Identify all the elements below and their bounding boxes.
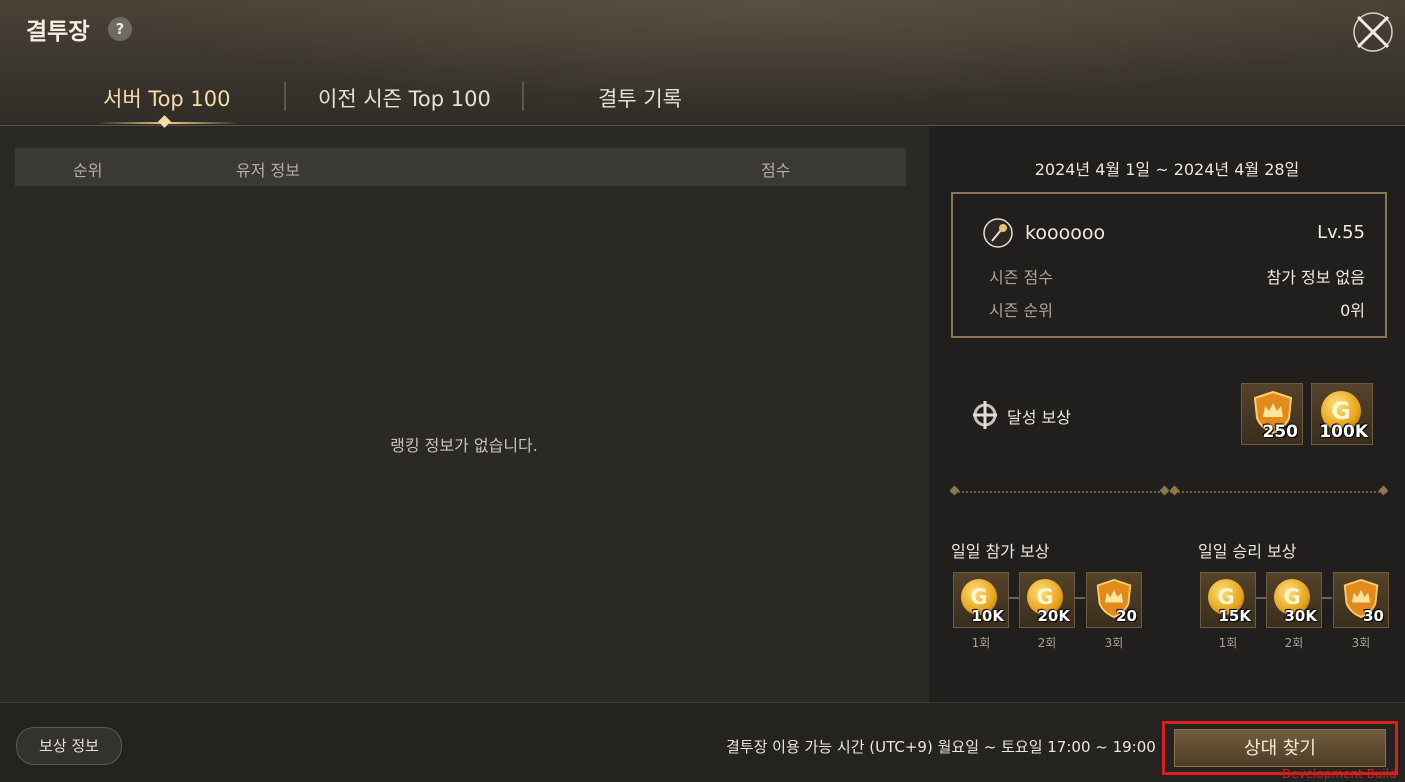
reward-connector [1322, 597, 1332, 599]
reward-count: 3회 [1351, 636, 1371, 650]
reward-amount: 30 [1363, 607, 1384, 625]
column-score: 점수 [761, 161, 791, 180]
wand-class-icon [983, 218, 1013, 248]
daily-victory-reward[interactable]: G 15K [1200, 572, 1256, 628]
tab-divider [522, 81, 524, 111]
reward-connector [1009, 597, 1019, 599]
achievement-reward-label: 달성 보상 [1007, 408, 1071, 427]
reward-amount: 20K [1037, 607, 1071, 625]
find-opponent-button[interactable]: 상대 찾기 [1174, 729, 1386, 767]
season-panel: 2024년 4월 1일 ~ 2024년 4월 28일 koooooo Lv.55… [929, 126, 1405, 702]
player-level: Lv.55 [1317, 222, 1365, 243]
daily-victory-reward[interactable]: G 30K [1266, 572, 1322, 628]
player-name: koooooo [1025, 222, 1106, 244]
daily-participation-reward[interactable]: G 20K [1019, 572, 1075, 628]
tab-duel-record[interactable]: 결투 기록 [598, 83, 682, 113]
reward-amount: 30K [1284, 607, 1318, 625]
reward-count: 1회 [1218, 636, 1238, 650]
achievement-reward-item[interactable]: 250 [1241, 383, 1303, 445]
reward-amount: 250 [1262, 422, 1299, 442]
daily-participation-label: 일일 참가 보상 [951, 542, 1050, 561]
daily-victory-label: 일일 승리 보상 [1198, 542, 1297, 561]
season-date-range: 2024년 4월 1일 ~ 2024년 4월 28일 [1034, 160, 1300, 179]
dev-build-watermark: Development Build [1282, 767, 1397, 781]
help-icon[interactable]: ? [108, 17, 132, 41]
tab-bar: 서버 Top 100 이전 시즌 Top 100 결투 기록 [0, 75, 930, 128]
season-rank-value: 0위 [1340, 301, 1365, 320]
season-score-value: 참가 정보 없음 [1266, 268, 1366, 287]
column-rank: 순위 [73, 161, 103, 180]
reward-count: 3회 [1104, 636, 1124, 650]
reward-count: 1회 [971, 636, 991, 650]
close-icon[interactable] [1352, 11, 1394, 53]
reward-connector [1256, 597, 1266, 599]
reward-amount: 100K [1319, 422, 1368, 442]
reward-info-button[interactable]: 보상 정보 [16, 727, 122, 765]
reward-connector [1075, 597, 1085, 599]
tab-server-top100[interactable]: 서버 Top 100 [103, 83, 231, 113]
column-user-info: 유저 정보 [236, 161, 300, 180]
page-title: 결투장 [26, 19, 90, 45]
season-rank-label: 시즌 순위 [989, 301, 1053, 320]
tab-prev-season-top100[interactable]: 이전 시즌 Top 100 [318, 83, 491, 113]
empty-ranking-message: 랭킹 정보가 없습니다. [390, 436, 538, 455]
season-score-label: 시즌 점수 [989, 268, 1053, 287]
reward-count: 2회 [1037, 636, 1057, 650]
section-divider [951, 491, 1387, 495]
daily-victory-reward[interactable]: 30 [1333, 572, 1389, 628]
footer-bar: 보상 정보 결투장 이용 가능 시간 (UTC+9) 월요일 ~ 토요일 17:… [0, 702, 1405, 782]
profile-card: koooooo Lv.55 시즌 점수 참가 정보 없음 시즌 순위 0위 [951, 192, 1387, 338]
arena-hours-text: 결투장 이용 가능 시간 (UTC+9) 월요일 ~ 토요일 17:00 ~ 1… [726, 738, 1156, 756]
daily-participation-reward[interactable]: G 10K [953, 572, 1009, 628]
achievement-emblem-icon [969, 399, 1001, 431]
tab-divider [284, 81, 286, 111]
reward-amount: 15K [1218, 607, 1252, 625]
ranking-panel: 순위 유저 정보 점수 랭킹 정보가 없습니다. [0, 126, 928, 702]
daily-participation-reward[interactable]: 20 [1086, 572, 1142, 628]
reward-count: 2회 [1284, 636, 1304, 650]
reward-amount: 10K [971, 607, 1005, 625]
reward-amount: 20 [1116, 607, 1137, 625]
ranking-table-header: 순위 유저 정보 점수 [15, 148, 906, 186]
achievement-reward-item[interactable]: G 100K [1311, 383, 1373, 445]
